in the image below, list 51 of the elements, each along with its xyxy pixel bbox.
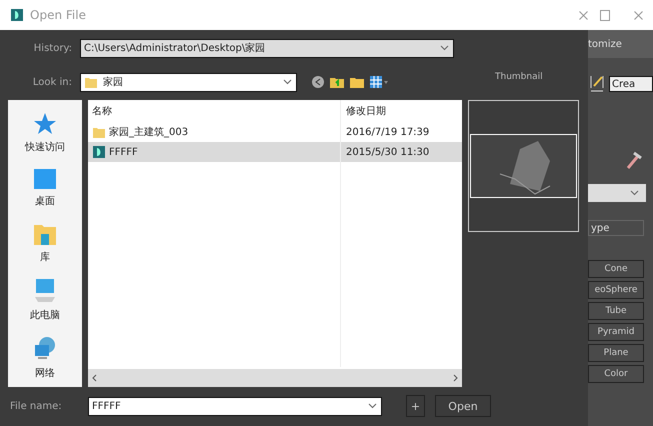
- new-folder-icon[interactable]: [349, 75, 365, 89]
- column-header[interactable]: 名称: [92, 104, 346, 118]
- file-name-field[interactable]: FFFFF: [88, 396, 382, 416]
- back-icon[interactable]: [311, 75, 325, 89]
- star-icon: [33, 112, 57, 136]
- object-type-button[interactable]: Tube: [588, 302, 644, 320]
- chevron-down-icon: [368, 403, 377, 409]
- file-row[interactable]: 家园_主建筑_003 2016/7/19 17:39: [88, 122, 462, 142]
- look-in-dropdown[interactable]: 家园: [80, 72, 297, 92]
- thumbnail-label: Thumbnail: [495, 72, 543, 82]
- network-icon: [33, 336, 57, 362]
- file-name-label: File name:: [9, 400, 63, 412]
- object-type-button[interactable]: Pyramid: [588, 323, 644, 341]
- scene-file-icon: [10, 8, 24, 22]
- desktop-icon: [33, 168, 57, 190]
- window-title: Open File: [30, 8, 87, 22]
- view-menu-icon[interactable]: [369, 75, 389, 89]
- chevron-down-icon: [630, 190, 639, 196]
- name-field[interactable]: Crea: [609, 76, 653, 92]
- hammer-icon[interactable]: [624, 150, 644, 170]
- place-label[interactable]: 快速访问: [25, 140, 65, 154]
- place-label[interactable]: 桌面: [35, 194, 55, 208]
- look-in-label: Look in:: [32, 76, 73, 88]
- object-type-button[interactable]: Color: [588, 365, 644, 383]
- place-label[interactable]: 库: [40, 250, 50, 264]
- history-label: History:: [32, 42, 73, 54]
- chevron-down-icon: [440, 45, 449, 51]
- maximize-icon[interactable]: [600, 10, 610, 20]
- scene-file-icon: [92, 145, 106, 159]
- horizontal-scrollbar[interactable]: [88, 369, 462, 387]
- add-button[interactable]: +: [406, 395, 425, 417]
- file-row[interactable]: FFFFF 2015/5/30 11:30: [88, 142, 462, 162]
- folder-icon: [84, 75, 98, 89]
- object-type-button[interactable]: Cone: [588, 260, 644, 278]
- close-icon[interactable]: [579, 10, 588, 20]
- scroll-right-icon[interactable]: [453, 374, 458, 382]
- place-label[interactable]: 此电脑: [30, 308, 60, 322]
- column-header[interactable]: 修改日期: [346, 104, 446, 118]
- history-dropdown[interactable]: C:\Users\Administrator\Desktop\家园: [80, 38, 454, 58]
- up-folder-icon[interactable]: [329, 75, 345, 89]
- scroll-left-icon[interactable]: [92, 374, 97, 382]
- chevron-down-icon: [283, 79, 292, 85]
- close-icon[interactable]: [634, 10, 643, 20]
- folder-icon: [92, 125, 106, 139]
- library-folder-icon: [33, 222, 57, 246]
- place-label[interactable]: 网络: [35, 366, 55, 380]
- object-type-button[interactable]: eoSphere: [588, 281, 644, 299]
- computer-icon: [33, 278, 57, 304]
- group-label: ype: [588, 220, 644, 236]
- open-button[interactable]: Open: [435, 395, 491, 417]
- object-type-button[interactable]: Plane: [588, 344, 644, 362]
